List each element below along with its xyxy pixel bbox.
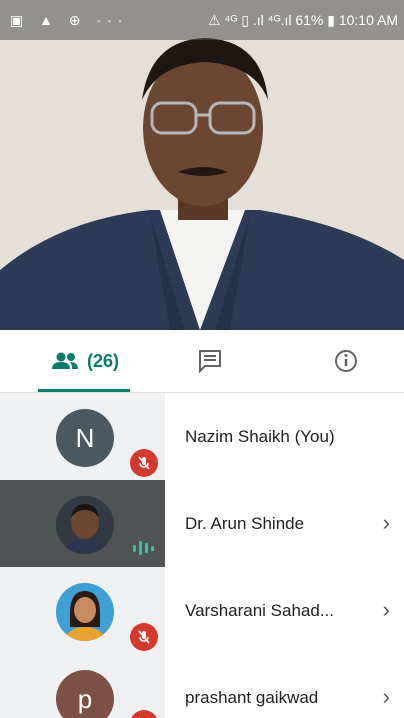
status-bar: ▣ ▲ ⊕ ··· ⚠ ⁴ᴳ ▯ .ıl ⁴ᴳ.ıl 61% ▮ 10:10 A… <box>0 0 404 40</box>
chevron-right-icon[interactable]: › <box>383 684 390 710</box>
avatar-photo <box>56 583 114 641</box>
people-count: (26) <box>86 350 119 371</box>
participant-row[interactable]: N Nazim Shaikh (You) <box>0 393 404 481</box>
chevron-right-icon[interactable]: › <box>383 510 390 536</box>
avatar-initial: N <box>75 422 95 453</box>
participant-name: prashant gaikwad <box>185 688 319 707</box>
status-left-icons: ▣ ▲ ⊕ ··· <box>10 12 129 28</box>
tab-active-indicator <box>38 389 130 392</box>
tab-chat[interactable] <box>180 330 240 392</box>
chevron-right-icon[interactable]: › <box>383 597 390 623</box>
tab-bar: (26) <box>0 330 404 393</box>
avatar: N <box>56 409 114 467</box>
participant-name: Varsharani Sahad... <box>185 601 334 620</box>
avatar <box>56 496 114 554</box>
participant-name: Dr. Arun Shinde <box>185 514 305 533</box>
participant-name: Nazim Shaikh (You) <box>185 427 335 446</box>
avatar <box>56 583 114 641</box>
chat-icon <box>199 350 221 374</box>
tab-info[interactable] <box>316 330 376 392</box>
info-icon <box>335 350 357 372</box>
speaker-video-image <box>0 0 404 330</box>
speaking-icon <box>132 538 156 563</box>
video-feed <box>0 0 404 330</box>
participant-row[interactable]: p prashant gaikwad › <box>0 654 404 718</box>
status-right-indicators: ⚠ ⁴ᴳ ▯ .ıl ⁴ᴳ.ıl 61% ▮ 10:10 AM <box>207 12 398 28</box>
participant-row[interactable]: Dr. Arun Shinde › <box>0 480 404 568</box>
avatar-initial: p <box>77 683 93 714</box>
people-icon <box>51 352 78 369</box>
tab-people[interactable]: (26) <box>20 330 150 392</box>
mic-muted-icon <box>130 623 158 651</box>
avatar-photo <box>56 496 114 554</box>
mic-muted-icon <box>130 449 158 477</box>
participant-row[interactable]: Varsharani Sahad... › <box>0 567 404 655</box>
